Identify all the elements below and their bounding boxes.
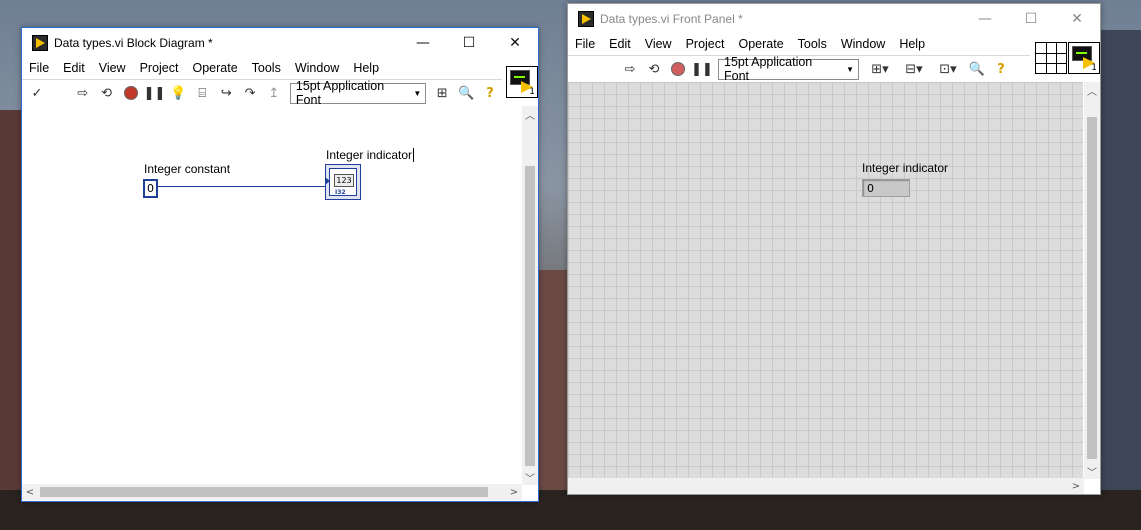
pause-icon[interactable]: ❚❚: [691, 59, 713, 79]
menu-bar: File Edit View Project Operate Tools Win…: [22, 58, 502, 78]
abort-execution-icon[interactable]: [668, 59, 688, 79]
help-icon[interactable]: ?: [480, 83, 500, 103]
scroll-down-icon[interactable]: ﹀: [1084, 463, 1100, 479]
font-dropdown-value: 15pt Application Font: [295, 79, 385, 107]
align-objects-icon[interactable]: ⊞: [432, 83, 452, 103]
menu-project[interactable]: Project: [133, 61, 186, 75]
block-diagram-window: Data types.vi Block Diagram * — ☐ ✕ File…: [21, 27, 539, 502]
scroll-down-icon[interactable]: ﹀: [522, 469, 538, 485]
horizontal-scroll-thumb[interactable]: [40, 487, 488, 497]
integer-constant-value: 0: [147, 182, 154, 195]
menu-help[interactable]: Help: [892, 37, 932, 51]
menu-tools[interactable]: Tools: [791, 37, 834, 51]
integer-constant-label: Integer constant: [144, 162, 231, 176]
run-continuously-icon[interactable]: ⟲: [644, 59, 664, 79]
menu-view[interactable]: View: [92, 61, 133, 75]
menu-view[interactable]: View: [638, 37, 679, 51]
menu-window[interactable]: Window: [288, 61, 346, 75]
integer-constant[interactable]: 0: [143, 179, 158, 198]
wire[interactable]: [157, 186, 327, 187]
horizontal-scrollbar[interactable]: < >: [22, 484, 522, 500]
close-icon[interactable]: ✕: [1054, 4, 1100, 34]
connector-pane-icon[interactable]: [1035, 42, 1067, 74]
front-panel-titlebar[interactable]: Data types.vi Front Panel * — ☐ ✕: [568, 4, 1100, 34]
font-dropdown[interactable]: 15pt Application Font ▼: [718, 55, 859, 83]
maximize-icon[interactable]: ☐: [1008, 4, 1054, 34]
scroll-right-icon[interactable]: >: [506, 484, 522, 500]
horizontal-scrollbar[interactable]: >: [568, 478, 1084, 494]
scroll-up-icon[interactable]: ︿: [522, 106, 538, 122]
step-into-icon[interactable]: ↪: [216, 83, 236, 103]
minimize-icon[interactable]: —: [400, 28, 446, 58]
scroll-right-icon[interactable]: >: [1068, 478, 1084, 494]
search-icon[interactable]: 🔍: [456, 83, 476, 103]
font-dropdown[interactable]: 15pt Application Font ▼: [289, 79, 427, 107]
menu-operate[interactable]: Operate: [731, 37, 790, 51]
run-continuously-icon[interactable]: ⟲: [97, 83, 117, 103]
maximize-icon[interactable]: ☐: [446, 28, 492, 58]
vertical-scroll-thumb[interactable]: [1087, 117, 1097, 459]
step-over-icon[interactable]: ↷: [240, 83, 260, 103]
distribute-objects-icon[interactable]: ⊟▾: [899, 59, 929, 79]
vertical-scrollbar[interactable]: ︿ ﹀: [1084, 82, 1100, 479]
menu-file[interactable]: File: [22, 61, 56, 75]
align-objects-icon[interactable]: ⊞▾: [865, 59, 895, 79]
block-diagram-canvas[interactable]: Integer constant 0 Integer indicator 123…: [22, 106, 521, 484]
menu-file[interactable]: File: [568, 37, 602, 51]
block-diagram-toolbar: ✓ ⇨ ⟲ ❚❚ 💡 ⌸ ↪ ↷ ↥ 15pt Application Font…: [22, 79, 502, 107]
numeric-glyph: 123: [334, 174, 354, 187]
help-icon[interactable]: ?: [991, 59, 1011, 79]
front-panel-canvas[interactable]: Integer indicator 0: [568, 82, 1083, 478]
minimize-icon[interactable]: —: [962, 4, 1008, 34]
integer-indicator-terminal[interactable]: 123 I32: [325, 164, 361, 200]
block-diagram-titlebar[interactable]: Data types.vi Block Diagram * — ☐ ✕: [22, 28, 538, 58]
run-arrow-icon[interactable]: ⇨: [620, 59, 640, 79]
scroll-up-icon[interactable]: ︿: [1084, 82, 1100, 98]
close-icon[interactable]: ✕: [492, 28, 538, 58]
data-type-tag: I32: [335, 189, 346, 196]
pause-icon[interactable]: ❚❚: [144, 83, 166, 103]
search-icon[interactable]: 🔍: [967, 59, 987, 79]
menu-operate[interactable]: Operate: [185, 61, 244, 75]
menu-edit[interactable]: Edit: [602, 37, 638, 51]
menu-tools[interactable]: Tools: [245, 61, 288, 75]
apply-changes-icon[interactable]: ✓: [27, 83, 47, 103]
font-dropdown-value: 15pt Application Font: [724, 55, 813, 83]
integer-indicator-label: Integer indicator: [326, 148, 415, 162]
vertical-scrollbar[interactable]: ︿ ﹀: [522, 106, 538, 485]
menu-edit[interactable]: Edit: [56, 61, 92, 75]
data-type-text: I32: [335, 189, 346, 196]
run-arrow-icon[interactable]: ⇨: [73, 83, 93, 103]
menu-project[interactable]: Project: [679, 37, 732, 51]
highlight-execution-bulb-icon[interactable]: 💡: [168, 83, 188, 103]
resize-objects-icon[interactable]: ⊡▾: [933, 59, 963, 79]
abort-execution-icon[interactable]: [121, 83, 141, 103]
chevron-down-icon: ▼: [846, 64, 854, 74]
input-arrow-icon: [325, 177, 330, 185]
scroll-left-icon[interactable]: <: [22, 484, 38, 500]
menu-window[interactable]: Window: [834, 37, 892, 51]
window-title: Data types.vi Block Diagram *: [54, 36, 213, 50]
labview-app-icon: [32, 35, 48, 51]
labview-app-icon: [578, 11, 594, 27]
integer-indicator-value: 0: [867, 182, 874, 195]
retain-wire-values-icon[interactable]: ⌸: [192, 83, 212, 103]
integer-indicator[interactable]: 0: [862, 179, 910, 197]
front-panel-window: Data types.vi Front Panel * — ☐ ✕ File E…: [567, 3, 1101, 495]
integer-indicator-label: Integer indicator: [862, 161, 949, 175]
vi-icon[interactable]: 1: [1068, 42, 1100, 74]
menu-help[interactable]: Help: [346, 61, 386, 75]
vertical-scroll-thumb[interactable]: [525, 166, 535, 466]
chevron-down-icon: ▼: [413, 88, 422, 98]
step-out-icon[interactable]: ↥: [264, 83, 284, 103]
numeric-glyph-text: 123: [336, 176, 352, 185]
vi-icon[interactable]: 1: [506, 66, 538, 98]
front-panel-toolbar: ⇨ ⟲ ❚❚ 15pt Application Font ▼ ⊞▾ ⊟▾ ⊡▾ …: [568, 55, 1030, 83]
menu-bar: File Edit View Project Operate Tools Win…: [568, 34, 1028, 54]
window-title: Data types.vi Front Panel *: [600, 12, 743, 26]
